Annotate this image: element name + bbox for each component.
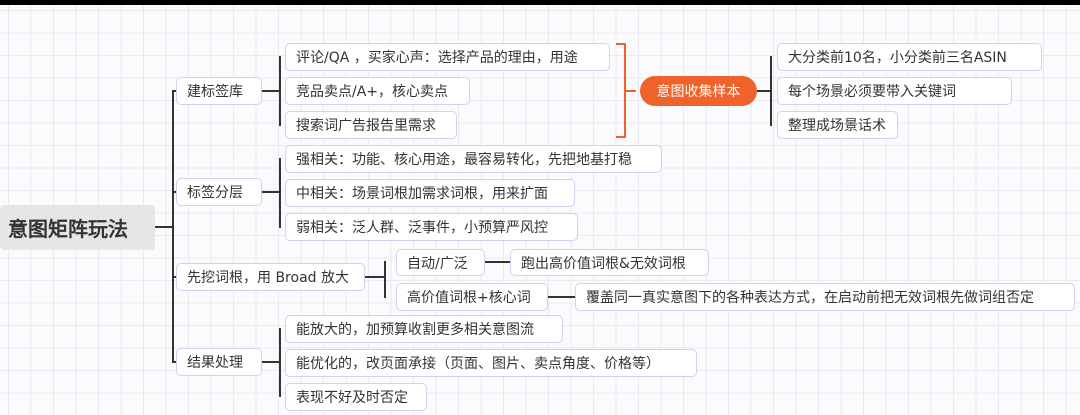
connector xyxy=(279,328,281,397)
branch-tag-layering[interactable]: 标签分层 xyxy=(176,178,262,206)
leaf-node[interactable]: 能优化的，改页面承接（页面、图片、卖点角度、价格等） xyxy=(285,349,697,377)
connector xyxy=(770,56,772,126)
summary-leaf[interactable]: 大分类前10名，小分类前三名ASIN xyxy=(777,43,1042,71)
connector xyxy=(279,56,281,126)
connector xyxy=(279,158,281,228)
leaf-node[interactable]: 弱相关：泛人群、泛事件，小预算严风控 xyxy=(285,213,578,241)
connector xyxy=(384,261,386,298)
leaf-node[interactable]: 强相关：功能、核心用途，最容易转化，先把地基打稳 xyxy=(285,145,662,173)
summary-leaf[interactable]: 整理成场景话术 xyxy=(777,111,898,139)
connector xyxy=(485,261,510,263)
leaf-node[interactable]: 竞品卖点/A+，核心卖点 xyxy=(285,77,470,105)
leaf-node[interactable]: 覆盖同一真实意图下的各种表达方式，在启动前把无效词根先做词组否定 xyxy=(575,283,1075,311)
leaf-node[interactable]: 表现不好及时否定 xyxy=(285,383,427,411)
connector xyxy=(262,191,280,193)
connector xyxy=(155,226,173,228)
summary-bracket-tip xyxy=(626,90,636,92)
summary-node[interactable]: 意图收集样本 xyxy=(640,76,757,106)
connector xyxy=(172,90,174,363)
connector xyxy=(262,361,280,363)
leaf-node[interactable]: 搜索词广告报告里需求 xyxy=(285,111,457,139)
sub-branch-high-value-roots[interactable]: 高价值词根+核心词 xyxy=(396,283,548,311)
connector xyxy=(548,296,575,298)
summary-leaf[interactable]: 每个场景必须要带入关键词 xyxy=(777,77,1012,105)
branch-result-handling[interactable]: 结果处理 xyxy=(176,348,262,376)
leaf-node[interactable]: 中相关：场景词根加需求词根，用来扩面 xyxy=(285,179,575,207)
leaf-node[interactable]: 评论/QA ，买家心声：选择产品的理由，用途 xyxy=(285,43,610,71)
top-bar xyxy=(0,0,1080,5)
branch-build-tag-library[interactable]: 建标签库 xyxy=(176,77,262,105)
sub-branch-auto-broad[interactable]: 自动/广泛 xyxy=(396,249,485,276)
root-node[interactable]: 意图矩阵玩法 xyxy=(0,205,155,250)
connector xyxy=(365,276,385,278)
connector xyxy=(757,90,771,92)
leaf-node[interactable]: 跑出高价值词根&无效词根 xyxy=(510,249,709,276)
summary-bracket xyxy=(616,43,626,138)
branch-mine-roots[interactable]: 先挖词根，用 Broad 放大 xyxy=(176,263,365,291)
connector xyxy=(262,90,280,92)
leaf-node[interactable]: 能放大的，加预算收割更多相关意图流 xyxy=(285,315,563,343)
